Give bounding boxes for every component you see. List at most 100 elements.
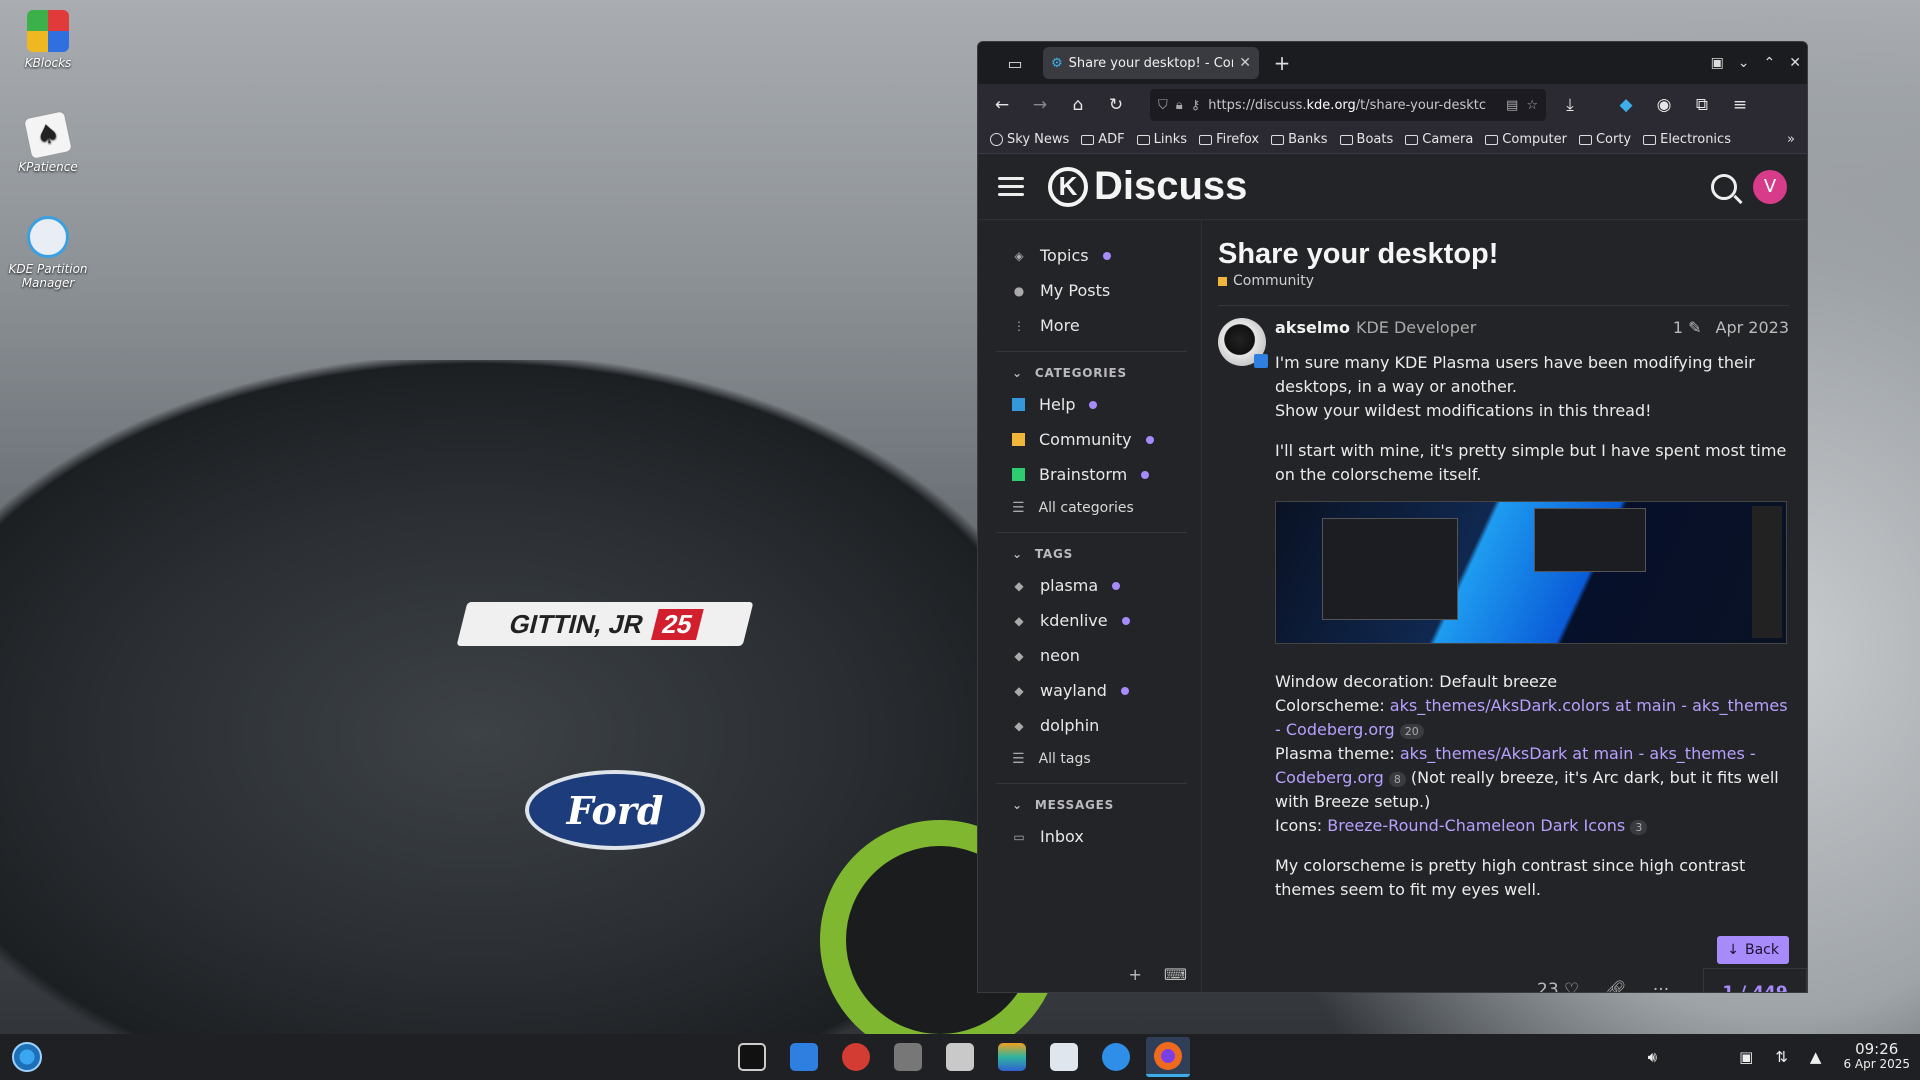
download-icon[interactable]: ⤓ bbox=[1552, 89, 1588, 121]
search-icon[interactable] bbox=[1711, 173, 1737, 200]
task-layers-app[interactable] bbox=[990, 1037, 1034, 1077]
hamburger-menu-icon[interactable] bbox=[998, 177, 1024, 196]
task-app-grey[interactable] bbox=[886, 1037, 930, 1077]
like-count: 23 bbox=[1537, 980, 1559, 993]
post-label: Icons: bbox=[1275, 816, 1328, 835]
expand-tray-icon[interactable]: ▲ bbox=[1810, 1048, 1822, 1066]
back-button[interactable]: ↓ Back bbox=[1717, 936, 1789, 964]
sidebar-item-tag-dolphin[interactable]: ◆ dolphin bbox=[996, 708, 1187, 743]
bookmark-camera[interactable]: Camera bbox=[1405, 132, 1473, 147]
link-icon[interactable]: 🔗︎ bbox=[1605, 980, 1627, 992]
post-line-window-decoration: Window decoration: Default breeze bbox=[1275, 672, 1558, 691]
bookmark-firefox[interactable]: Firefox bbox=[1199, 132, 1259, 147]
icons-link[interactable]: Breeze-Round-Chameleon Dark Icons bbox=[1327, 816, 1625, 835]
bookmark-star-icon[interactable]: ☆ bbox=[1526, 98, 1538, 113]
sidebar-item-brainstorm[interactable]: Brainstorm bbox=[996, 457, 1187, 492]
clipboard-icon[interactable]: ▣ bbox=[1739, 1048, 1753, 1066]
home-icon[interactable]: ⌂ bbox=[1060, 89, 1096, 121]
reader-view-icon[interactable]: ▤ bbox=[1506, 98, 1518, 113]
bookmark-sky-news[interactable]: Sky News bbox=[990, 132, 1069, 147]
task-thunderbird[interactable] bbox=[1094, 1037, 1138, 1077]
application-launcher-icon[interactable] bbox=[12, 1042, 42, 1072]
poster-avatar[interactable] bbox=[1218, 318, 1268, 368]
task-app-red[interactable] bbox=[834, 1037, 878, 1077]
sidebar-item-label: Community bbox=[1039, 430, 1132, 449]
desktop-icon-kblocks[interactable]: KBlocks bbox=[6, 2, 90, 70]
messages-section-toggle[interactable]: ⌄ MESSAGES bbox=[996, 783, 1187, 819]
desktop-icon-kpatience[interactable]: ♠ KPatience bbox=[6, 106, 90, 174]
url-text[interactable]: https://discuss.kde.org/t/share-your-des… bbox=[1208, 98, 1498, 113]
topic-title[interactable]: Share your desktop! bbox=[1218, 238, 1789, 271]
key-icon[interactable]: ⚷ bbox=[1191, 98, 1201, 113]
chevron-down-icon[interactable]: ⌄ bbox=[1738, 55, 1750, 71]
lock-icon[interactable]: 🔒︎ bbox=[1176, 98, 1183, 113]
bookmark-adf[interactable]: ADF bbox=[1081, 132, 1125, 147]
bookmark-boats[interactable]: Boats bbox=[1339, 132, 1393, 147]
account-icon[interactable]: ◉ bbox=[1646, 89, 1682, 121]
category-color-square bbox=[1012, 468, 1025, 481]
desktop-screenshot-image[interactable] bbox=[1275, 501, 1787, 644]
post-date[interactable]: Apr 2023 bbox=[1716, 318, 1789, 337]
sidebar-item-help[interactable]: Help bbox=[996, 387, 1187, 422]
maximize-icon[interactable]: ⌃ bbox=[1764, 55, 1776, 71]
bookmark-links[interactable]: Links bbox=[1136, 132, 1187, 147]
like-button[interactable]: 23 ♡ bbox=[1537, 980, 1579, 993]
desktop-icon-partition-manager[interactable]: KDE Partition Manager bbox=[6, 208, 90, 290]
user-avatar[interactable]: V bbox=[1753, 169, 1787, 204]
site-logo[interactable]: K Discuss bbox=[1048, 164, 1247, 209]
bookmark-banks[interactable]: Banks bbox=[1271, 132, 1328, 147]
bookmark-computer[interactable]: Computer bbox=[1485, 132, 1567, 147]
task-kdiagram[interactable] bbox=[938, 1037, 982, 1077]
keyboard-shortcuts-icon[interactable]: ⌨ bbox=[1164, 965, 1187, 984]
bookmark-electronics[interactable]: Electronics bbox=[1643, 132, 1731, 147]
extension-badge-icon[interactable]: ◆ bbox=[1608, 89, 1644, 121]
add-section-icon[interactable]: + bbox=[1129, 965, 1142, 984]
extensions-puzzle-icon[interactable]: ⧉ bbox=[1684, 89, 1720, 121]
tab-share-your-desktop[interactable]: ⚙ Share your desktop! - Com ✕ bbox=[1043, 47, 1259, 79]
url-bar[interactable]: ⛉ 🔒︎ ⚷ https://discuss.kde.org/t/share-y… bbox=[1150, 89, 1546, 121]
sidebar: ◈ Topics ● My Posts ⋮ More ⌄ CATEGORIES Help… bbox=[978, 220, 1202, 992]
app-menu-icon[interactable]: ≡ bbox=[1722, 89, 1758, 121]
new-tab-icon[interactable]: + bbox=[1267, 51, 1297, 75]
more-horizontal-icon[interactable]: ··· bbox=[1653, 980, 1669, 992]
sidebar-item-all-tags[interactable]: ☰ All tags bbox=[996, 743, 1187, 775]
network-icon[interactable]: ⇅ bbox=[1775, 1048, 1788, 1066]
task-terminal[interactable] bbox=[730, 1037, 774, 1077]
picture-in-picture-icon[interactable]: ▣ bbox=[1711, 55, 1724, 71]
sidebar-item-tag-wayland[interactable]: ◆ wayland bbox=[996, 673, 1187, 708]
sidebar-item-all-categories[interactable]: ☰ All categories bbox=[996, 492, 1187, 524]
back-icon[interactable]: ← bbox=[984, 89, 1020, 121]
categories-section-toggle[interactable]: ⌄ CATEGORIES bbox=[996, 351, 1187, 387]
clock[interactable]: 09:26 6 Apr 2025 bbox=[1843, 1042, 1910, 1072]
sidebar-item-tag-neon[interactable]: ◆ neon bbox=[996, 638, 1187, 673]
task-discover[interactable] bbox=[782, 1037, 826, 1077]
reload-icon[interactable]: ↻ bbox=[1098, 89, 1134, 121]
task-files[interactable] bbox=[1042, 1037, 1086, 1077]
sidebar-item-inbox[interactable]: ▭ Inbox bbox=[996, 819, 1187, 854]
sidebar-item-my-posts[interactable]: ● My Posts bbox=[996, 273, 1187, 308]
topic-main: Share your desktop! Community akselmo KD… bbox=[1202, 220, 1807, 993]
desktop-icon-label: KPatience bbox=[18, 160, 78, 174]
sidebar-item-community[interactable]: Community bbox=[996, 422, 1187, 457]
sidebar-item-tag-kdenlive[interactable]: ◆ kdenlive bbox=[996, 603, 1187, 638]
close-window-icon[interactable]: ✕ bbox=[1789, 55, 1801, 71]
sidebar-item-topics[interactable]: ◈ Topics bbox=[996, 238, 1187, 273]
section-heading: CATEGORIES bbox=[1034, 365, 1127, 380]
sidebar-item-tag-plasma[interactable]: ◆ plasma bbox=[996, 568, 1187, 603]
tags-section-toggle[interactable]: ⌄ TAGS bbox=[996, 532, 1187, 568]
tab-close-icon[interactable]: ✕ bbox=[1239, 55, 1251, 71]
sidebar-item-more[interactable]: ⋮ More bbox=[996, 308, 1187, 343]
bookmark-corty[interactable]: Corty bbox=[1578, 132, 1631, 147]
volume-icon[interactable]: 🔊︎ bbox=[1648, 1048, 1657, 1066]
poster-username[interactable]: akselmo bbox=[1275, 318, 1350, 337]
kde-favicon-icon: ⚙ bbox=[1051, 55, 1063, 71]
ford-badge: Ford bbox=[525, 770, 705, 850]
edit-history[interactable]: 1 ✎ bbox=[1673, 318, 1702, 337]
tab-list-icon[interactable]: ▭ bbox=[995, 42, 1035, 84]
post-progress-pager[interactable]: 1 / 449 bbox=[1703, 968, 1807, 992]
shield-icon[interactable]: ⛉ bbox=[1158, 98, 1168, 113]
chevron-double-right-icon[interactable]: » bbox=[1787, 132, 1795, 147]
task-firefox[interactable] bbox=[1146, 1037, 1190, 1077]
topic-category-badge[interactable]: Community bbox=[1218, 273, 1789, 306]
forward-icon[interactable]: → bbox=[1022, 89, 1058, 121]
